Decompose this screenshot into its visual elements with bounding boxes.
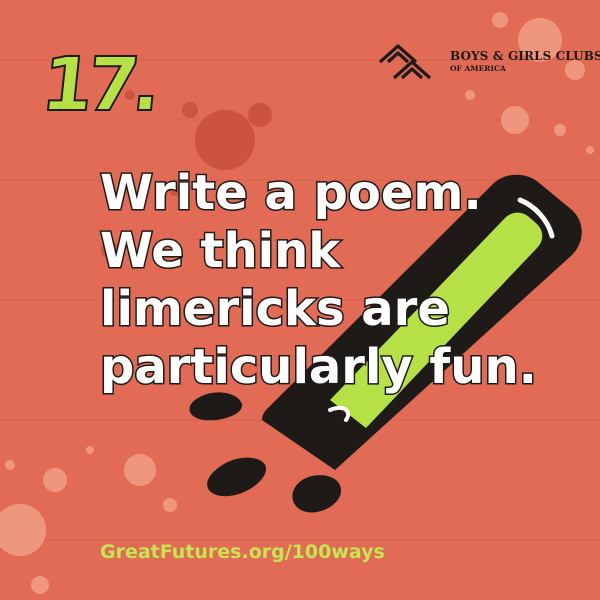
website-link[interactable]: GreatFutures.org/100ways [100,541,385,563]
bgca-hands-logo-icon [378,44,432,80]
logo-subtitle: OF AMERICA [450,64,506,73]
headline-line-2: We think [99,222,342,281]
tip-number: 17. [36,41,160,129]
headline-line-3: limericks are [99,280,452,339]
headline-line-4: particularly fun. [99,338,539,397]
card: BOYS & GIRLS CLUBS OF AMERICA 17. Write … [0,0,600,600]
headline-line-1: Write a poem. [99,164,484,223]
splatter-bottom-left [0,446,220,594]
bgca-logo: BOYS & GIRLS CLUBS OF AMERICA [376,40,600,84]
logo-title: BOYS & GIRLS CLUBS [450,49,600,63]
headline: Write a poem. We think limericks are par… [99,164,560,397]
